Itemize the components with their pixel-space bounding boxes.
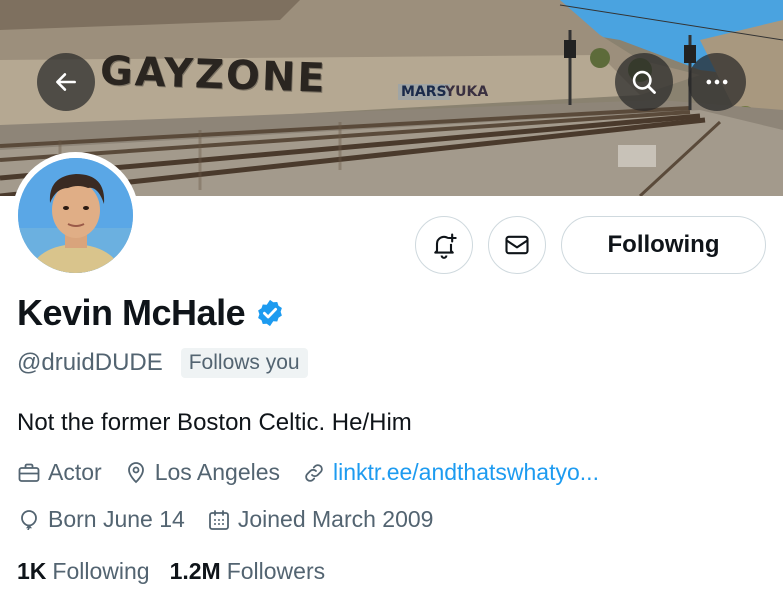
more-button[interactable] — [688, 53, 746, 111]
name-row: Kevin McHale — [17, 292, 285, 334]
following-stat[interactable]: 1K Following — [17, 558, 150, 585]
joined-item: Joined March 2009 — [207, 506, 434, 533]
following-stat-label: Following — [52, 558, 150, 584]
profession-item: Actor — [17, 459, 102, 486]
verified-badge-icon[interactable] — [255, 298, 285, 328]
website-item[interactable]: linktr.ee/andthatswhatyo... — [302, 459, 599, 486]
banner-graffiti: GAYZONE — [99, 48, 328, 102]
location-item: Los Angeles — [124, 459, 280, 486]
search-button[interactable] — [615, 53, 673, 111]
following-button[interactable]: Following — [561, 216, 766, 274]
banner-graffiti-tag: MARS — [398, 84, 450, 100]
back-button[interactable] — [37, 53, 95, 111]
envelope-icon — [505, 235, 529, 255]
location-pin-icon — [127, 461, 144, 483]
profile-meta-row: Actor Los Angeles linktr.ee/andthatswhat… — [17, 459, 599, 486]
bell-plus-icon — [434, 233, 457, 259]
notifications-button[interactable] — [415, 216, 473, 274]
birthday-label: Born June 14 — [48, 506, 185, 532]
banner-graffiti-tag-2: YUKA — [445, 84, 489, 100]
followers-stat[interactable]: 1.2M Followers — [170, 558, 326, 585]
avatar[interactable] — [12, 152, 139, 279]
profile-meta-row-2: Born June 14 Joined March 2009 — [17, 506, 433, 533]
location-label: Los Angeles — [154, 459, 281, 485]
message-button[interactable] — [488, 216, 546, 274]
link-icon — [305, 463, 323, 482]
profession-label: Actor — [48, 459, 102, 485]
avatar-photo — [18, 158, 133, 273]
calendar-icon — [208, 509, 229, 530]
arrow-left-icon — [56, 73, 76, 91]
balloon-icon — [21, 509, 37, 530]
user-handle: @druidDUDE — [17, 349, 163, 376]
briefcase-icon — [18, 463, 40, 482]
profile-banner[interactable]: GAYZONE MARS YUKA — [0, 0, 783, 196]
display-name: Kevin McHale — [17, 292, 246, 333]
follow-stats: 1K Following 1.2M Followers — [17, 558, 325, 585]
website-link[interactable]: linktr.ee/andthatswhatyo... — [333, 459, 599, 486]
joined-label: Joined March 2009 — [237, 506, 434, 532]
follows-you-badge: Follows you — [180, 348, 308, 378]
search-icon — [632, 70, 656, 94]
handle-row: @druidDUDE Follows you — [17, 348, 308, 378]
birthday-item: Born June 14 — [17, 506, 185, 533]
profile-bio: Not the former Boston Celtic. He/Him — [17, 409, 412, 436]
followers-count: 1.2M — [169, 558, 221, 584]
following-count: 1K — [17, 558, 47, 584]
followers-stat-label: Followers — [226, 558, 326, 584]
more-horizontal-icon — [706, 79, 728, 85]
